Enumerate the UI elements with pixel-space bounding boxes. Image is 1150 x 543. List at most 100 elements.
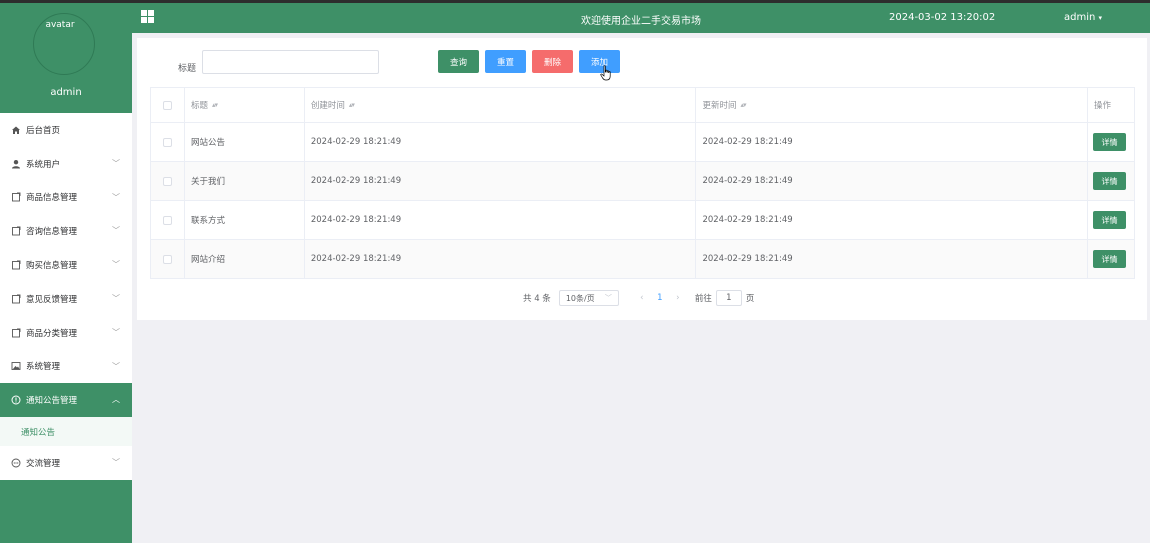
table-row[interactable]: 网站公告 2024-02-29 18:21:49 2024-02-29 18:2… — [151, 123, 1135, 162]
sidebar-item-label: 通知公告管理 — [26, 396, 78, 407]
sidebar-item-notice-management[interactable]: 通知公告管理 ︿ — [0, 383, 132, 418]
detail-button[interactable]: 详情 — [1093, 172, 1127, 190]
cell-updated: 2024-02-29 18:21:49 — [696, 201, 1089, 239]
pagination-total: 共 4 条 — [523, 294, 551, 304]
notice-table: 标题 ▴▾ 创建时间 ▴▾ 更新时间 ▴▾ 操作 网站公告 2024-02-29 18… — [150, 87, 1135, 279]
row-checkbox[interactable] — [162, 137, 172, 147]
row-checkbox-cell — [151, 240, 185, 278]
sidebar-subitem-notice[interactable]: 通知公告 — [0, 417, 132, 447]
avatar[interactable]: avatar — [33, 13, 95, 75]
goto-label: 前往 — [694, 294, 712, 304]
sidebar-item-purchase-info[interactable]: 购买信息管理 ﹀ — [0, 248, 132, 282]
pagination: 共 4 条 10条/页 ﹀ ‹ 1 › 前往 1 页 — [523, 290, 754, 306]
sidebar-item-label: 后台首页 — [26, 125, 61, 136]
sidebar-item-label: 购买信息管理 — [26, 261, 78, 272]
chevron-up-icon: ︿ — [112, 395, 120, 405]
row-checkbox-cell — [151, 123, 185, 161]
column-label: 标题 — [190, 101, 208, 111]
row-checkbox[interactable] — [162, 254, 172, 264]
table-row[interactable]: 联系方式 2024-02-29 18:21:49 2024-02-29 18:2… — [151, 201, 1135, 240]
sort-icon[interactable]: ▴▾ — [212, 101, 218, 109]
cell-title: 联系方式 — [185, 201, 305, 239]
page-size-value: 10条/页 — [565, 293, 595, 303]
header-user-menu[interactable]: admin ▾ — [1064, 12, 1102, 23]
query-button[interactable]: 查询 — [438, 50, 479, 73]
home-icon — [11, 125, 21, 135]
detail-button[interactable]: 详情 — [1093, 133, 1127, 151]
sidebar-item-communication[interactable]: 交流管理 ﹀ — [0, 446, 132, 480]
column-header-title[interactable]: 标题 ▴▾ — [185, 88, 305, 122]
column-label: 创建时间 — [310, 101, 345, 111]
content-panel: 标题 查询 重置 删除 添加 标题 ▴▾ 创建时间 ▴▾ 更新时间 ▴▾ 操作 网站公… — [137, 38, 1147, 320]
sidebar-header: avatar admin — [0, 3, 132, 113]
page-unit-label: 页 — [745, 294, 755, 304]
sidebar-item-feedback[interactable]: 意见反馈管理 ﹀ — [0, 282, 132, 316]
sidebar-menu: 后台首页 系统用户 ﹀ 商品信息管理 ﹀ 咨询信息管理 ﹀ 购买信息管理 ﹀ 意… — [0, 113, 132, 480]
cell-created: 2024-02-29 18:21:49 — [305, 162, 697, 200]
row-checkbox[interactable] — [162, 176, 172, 186]
select-all-checkbox[interactable] — [162, 100, 172, 110]
chat-icon — [11, 458, 21, 468]
user-icon — [11, 159, 21, 169]
sidebar-footer — [0, 480, 132, 543]
main-content: 标题 查询 重置 删除 添加 标题 ▴▾ 创建时间 ▴▾ 更新时间 ▴▾ 操作 网站公… — [132, 33, 1150, 543]
sidebar-item-label: 交流管理 — [26, 459, 61, 470]
sidebar-item-system-management[interactable]: 系统管理 ﹀ — [0, 350, 132, 384]
sidebar-item-label: 系统管理 — [26, 362, 61, 373]
sidebar-item-label: 系统用户 — [26, 159, 61, 170]
reset-button[interactable]: 重置 — [485, 50, 526, 73]
table-row[interactable]: 网站介绍 2024-02-29 18:21:49 2024-02-29 18:2… — [151, 240, 1135, 279]
header-username: admin — [1064, 12, 1096, 23]
cell-created: 2024-02-29 18:21:49 — [305, 123, 697, 161]
page-size-select[interactable]: 10条/页 ﹀ — [558, 290, 619, 306]
cell-updated: 2024-02-29 18:21:49 — [696, 240, 1089, 278]
detail-button[interactable]: 详情 — [1093, 250, 1127, 268]
sidebar: avatar admin 后台首页 系统用户 ﹀ 商品信息管理 ﹀ 咨询信息管理… — [0, 3, 132, 543]
cell-updated: 2024-02-29 18:21:49 — [696, 162, 1089, 200]
sidebar-item-label: 商品分类管理 — [26, 328, 78, 339]
document-icon — [11, 328, 21, 338]
sort-icon[interactable]: ▴▾ — [740, 101, 746, 109]
avatar-alt-text: avatar — [45, 20, 75, 30]
cell-title: 关于我们 — [185, 162, 305, 200]
goto-page-input[interactable]: 1 — [715, 290, 742, 306]
table-row[interactable]: 关于我们 2024-02-29 18:21:49 2024-02-29 18:2… — [151, 162, 1135, 201]
chevron-down-icon: ﹀ — [112, 327, 120, 337]
column-label: 操作 — [1094, 101, 1112, 111]
sidebar-item-label: 咨询信息管理 — [26, 227, 78, 238]
cell-title: 网站介绍 — [185, 240, 305, 278]
sidebar-item-system-users[interactable]: 系统用户 ﹀ — [0, 147, 132, 181]
detail-button[interactable]: 详情 — [1093, 211, 1127, 229]
delete-button[interactable]: 删除 — [532, 50, 573, 73]
caret-down-icon: ▾ — [1098, 14, 1103, 22]
row-checkbox[interactable] — [162, 215, 172, 225]
cell-title: 网站公告 — [185, 123, 305, 161]
header-datetime: 2024-03-02 13:20:02 — [889, 12, 996, 23]
chevron-down-icon: ﹀ — [112, 226, 120, 236]
sidebar-item-consult-info[interactable]: 咨询信息管理 ﹀ — [0, 214, 132, 248]
page-title: 欢迎使用企业二手交易市场 — [581, 16, 701, 27]
sidebar-item-product-category[interactable]: 商品分类管理 ﹀ — [0, 316, 132, 350]
prev-page-button[interactable]: ‹ — [635, 293, 649, 303]
chevron-down-icon: ﹀ — [112, 192, 120, 202]
sidebar-item-home[interactable]: 后台首页 — [0, 113, 132, 147]
column-header-updated[interactable]: 更新时间 ▴▾ — [696, 88, 1089, 122]
sidebar-item-product-info[interactable]: 商品信息管理 ﹀ — [0, 181, 132, 215]
header-checkbox-cell — [151, 88, 185, 122]
cell-updated: 2024-02-29 18:21:49 — [696, 123, 1089, 161]
search-label: 标题 — [178, 64, 197, 74]
next-page-button[interactable]: › — [671, 293, 685, 303]
page-number-current[interactable]: 1 — [649, 293, 671, 303]
warning-circle-icon — [11, 395, 21, 405]
cell-actions: 详情 — [1088, 240, 1135, 278]
cell-actions: 详情 — [1088, 162, 1135, 200]
chevron-down-icon: ﹀ — [112, 293, 120, 303]
sidebar-username: admin — [50, 87, 82, 98]
title-search-input[interactable] — [202, 50, 379, 74]
sort-icon[interactable]: ▴▾ — [349, 101, 355, 109]
chevron-down-icon: ﹀ — [112, 158, 120, 168]
column-header-created[interactable]: 创建时间 ▴▾ — [305, 88, 697, 122]
chevron-down-icon: ﹀ — [112, 361, 120, 371]
column-header-actions: 操作 — [1088, 88, 1135, 122]
chevron-down-icon: ﹀ — [604, 294, 612, 302]
